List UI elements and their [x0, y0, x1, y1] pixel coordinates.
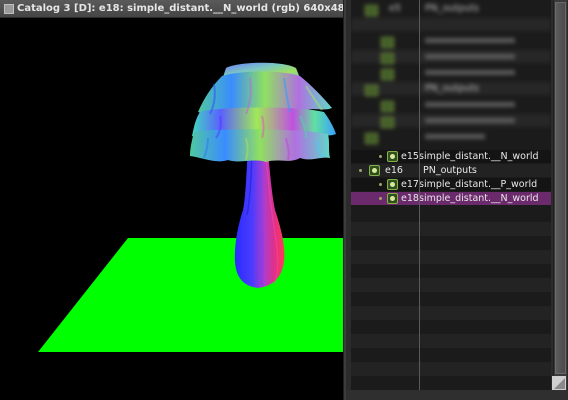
empty-list-area [351, 208, 551, 376]
list-item[interactable]: PN_outputs [351, 82, 551, 96]
list-item[interactable] [351, 34, 551, 48]
item-id: e18 [401, 193, 419, 204]
viewer-border [343, 0, 344, 400]
item-name: simple_distant.__N_world [419, 193, 539, 204]
viewer-title: Catalog 3 [D]: e18: simple_distant.__N_w… [17, 3, 344, 14]
list-item[interactable] [351, 114, 551, 128]
list-item[interactable] [351, 66, 551, 80]
list-item-e18[interactable]: e18 simple_distant.__N_world [351, 192, 551, 205]
catalog-rows-out-of-focus: e5 PN_outputs PN_outputs [351, 0, 551, 150]
list-item[interactable] [351, 130, 551, 144]
list-item-e16[interactable]: e16 PN_outputs [351, 164, 551, 177]
image-thumbnail-icon [387, 193, 398, 204]
window-menu-icon[interactable] [4, 4, 14, 14]
item-id: e17 [401, 179, 419, 190]
list-item[interactable]: e5 PN_outputs [351, 2, 551, 16]
item-id: e16 [385, 165, 403, 176]
list-item-e17[interactable]: e17 simple_distant.__P_world [351, 178, 551, 191]
image-thumbnail-icon [369, 165, 380, 176]
list-item[interactable] [351, 50, 551, 64]
tree-dot-icon [379, 183, 382, 186]
image-thumbnail-icon [387, 179, 398, 190]
list-item[interactable] [351, 98, 551, 112]
item-name: simple_distant.__P_world [419, 179, 538, 190]
item-id: e15 [401, 151, 419, 162]
catalog-panel: e5 PN_outputs PN_outputs e15 simple_dist… [346, 0, 568, 400]
resize-grip-icon[interactable] [552, 376, 566, 390]
tree-dot-icon [379, 197, 382, 200]
list-item[interactable] [351, 18, 551, 31]
viewer-title-bar[interactable]: Catalog 3 [D]: e18: simple_distant.__N_w… [0, 0, 344, 18]
rendered-image[interactable] [0, 18, 344, 400]
item-name: PN_outputs [423, 165, 477, 176]
tree-dot-icon [359, 169, 362, 172]
tree-dot-icon [379, 155, 382, 158]
vertical-scrollbar[interactable] [553, 0, 567, 390]
column-divider[interactable] [419, 0, 420, 390]
item-name: simple_distant.__N_world [419, 151, 539, 162]
image-viewer-window: Catalog 3 [D]: e18: simple_distant.__N_w… [0, 0, 344, 400]
scrollbar-thumb[interactable] [555, 2, 566, 374]
list-item-e15[interactable]: e15 simple_distant.__N_world [351, 150, 551, 163]
image-thumbnail-icon [387, 151, 398, 162]
catalog-footer [346, 390, 568, 400]
catalog-list[interactable]: e5 PN_outputs PN_outputs e15 simple_dist… [351, 0, 551, 390]
